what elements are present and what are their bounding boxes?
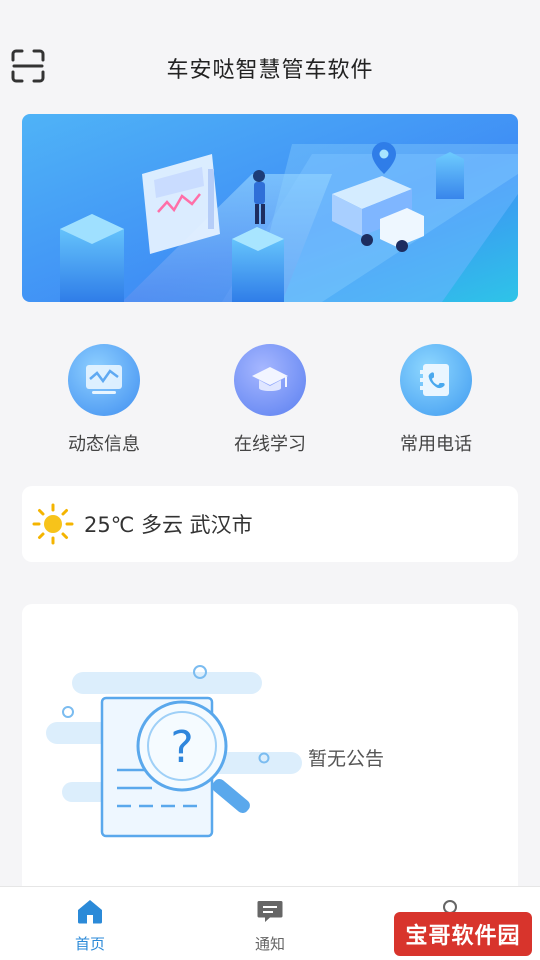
banner[interactable]	[22, 114, 518, 302]
logistics-banner-illustration	[22, 114, 518, 302]
tab-label: 通知	[254, 935, 285, 953]
tab-home[interactable]: 首页	[40, 897, 140, 954]
monitor-chart-icon	[68, 344, 140, 416]
header: 车安哒智慧管车软件	[0, 0, 540, 100]
shortcut-online-learning[interactable]: 在线学习	[200, 338, 340, 456]
shortcut-label: 常用电话	[400, 434, 472, 455]
empty-notice-text: 暂无公告	[308, 748, 385, 770]
watermark-logo: 宝哥软件园	[394, 912, 532, 956]
empty-notice-illustration: ?	[46, 665, 302, 838]
message-icon	[257, 901, 283, 922]
notice-card: ? 暂无公告	[22, 604, 518, 904]
shortcut-label: 在线学习	[234, 434, 306, 455]
tab-notice[interactable]: 通知	[220, 897, 320, 954]
shortcut-dynamic-info[interactable]: 动态信息	[34, 338, 174, 456]
shortcut-common-phone[interactable]: 常用电话	[366, 338, 506, 456]
home-icon	[78, 900, 102, 924]
svg-text:?: ?	[170, 722, 193, 773]
tab-label: 首页	[74, 935, 105, 953]
phone-book-icon	[400, 344, 472, 416]
watermark-text: 宝哥软件园	[405, 924, 521, 949]
weather-text: 25℃ 多云 武汉市	[84, 513, 253, 537]
weather-card[interactable]: 25℃ 多云 武汉市	[22, 486, 518, 562]
graduation-cap-icon	[234, 344, 306, 416]
sun-icon	[32, 503, 74, 545]
page-title: 车安哒智慧管车软件	[166, 58, 374, 83]
shortcut-grid: 动态信息 在线学习 常用电话	[0, 338, 540, 458]
shortcut-label: 动态信息	[68, 434, 140, 455]
